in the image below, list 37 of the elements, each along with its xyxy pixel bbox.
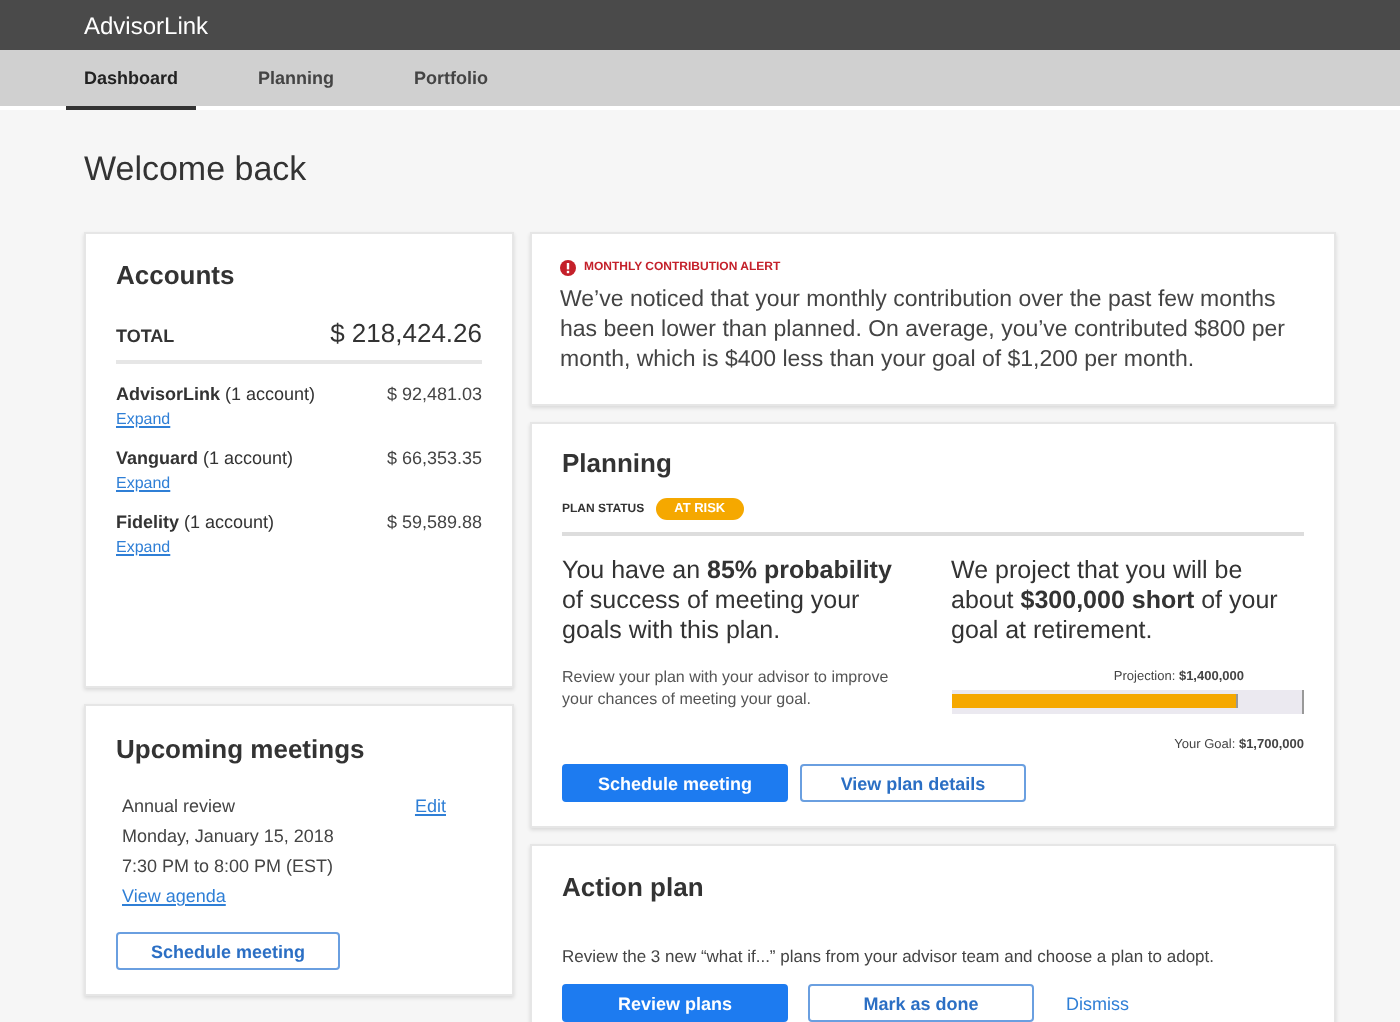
- advice-text: Review your plan with your advisor to improve your chances of meeting your goal.: [562, 666, 891, 710]
- card-title: Planning: [562, 448, 674, 478]
- account-name: Vanguard (1 account): [116, 448, 294, 468]
- action-button[interactable]: Schedule meeting: [562, 764, 788, 802]
- alert-message: We’ve noticed that your monthly contribution over the past few months has been lower than planned. On average, you’ve contributed $800 per month, which is $400 less than your goal of $1,200 per month.: [560, 286, 1288, 376]
- page-title: Welcome back: [84, 150, 309, 192]
- expand-link[interactable]: Expand: [116, 474, 482, 492]
- nav-tab[interactable]: Dashboard: [66, 50, 197, 110]
- edit-link[interactable]: Edit: [414, 792, 446, 912]
- expand-link[interactable]: Expand: [116, 410, 482, 428]
- account-amount: $ 66,353.35: [386, 448, 482, 468]
- card-title: Accounts: [116, 260, 237, 290]
- app-title: AdvisorLink: [84, 11, 209, 39]
- account-name: AdvisorLink (1 account): [116, 384, 316, 404]
- account-amount: $ 59,589.88: [386, 512, 482, 532]
- projection-text: We project that you will be about $300,000 short of your goal at retirement.: [951, 556, 1280, 646]
- schedule-button[interactable]: Schedule meeting: [116, 932, 340, 970]
- action-button[interactable]: View plan details: [800, 764, 1026, 802]
- card-title: Upcoming meetings: [116, 734, 367, 764]
- action-button[interactable]: Review plans: [562, 984, 788, 1022]
- account-amount: $ 92,481.03: [386, 384, 482, 404]
- meeting-date: Monday, January 15, 2018: [122, 824, 334, 850]
- probability-text: You have an 85% probability of success of meeting your goals with this plan.: [562, 556, 894, 646]
- card-title: Action plan: [562, 872, 706, 902]
- dismiss-link[interactable]: Dismiss: [1054, 984, 1141, 1022]
- account-name: Fidelity (1 account): [116, 512, 275, 532]
- expand-link[interactable]: Expand: [116, 538, 482, 556]
- action-button[interactable]: Mark as done: [808, 984, 1034, 1022]
- action-text: Review the 3 new “what if...” plans from your advisor team and choose a plan to adopt.: [562, 946, 1217, 966]
- agenda-link[interactable]: View agenda: [122, 886, 226, 906]
- nav-tab[interactable]: Planning: [240, 50, 353, 110]
- alert-icon: [560, 260, 576, 276]
- meeting-time: 7:30 PM to 8:00 PM (EST): [122, 854, 334, 880]
- total-label: TOTAL: [116, 326, 175, 346]
- total-amount: $ 218,424.26: [330, 318, 482, 348]
- meeting-name: Annual review: [122, 794, 238, 820]
- nav-tab[interactable]: Portfolio: [396, 50, 507, 110]
